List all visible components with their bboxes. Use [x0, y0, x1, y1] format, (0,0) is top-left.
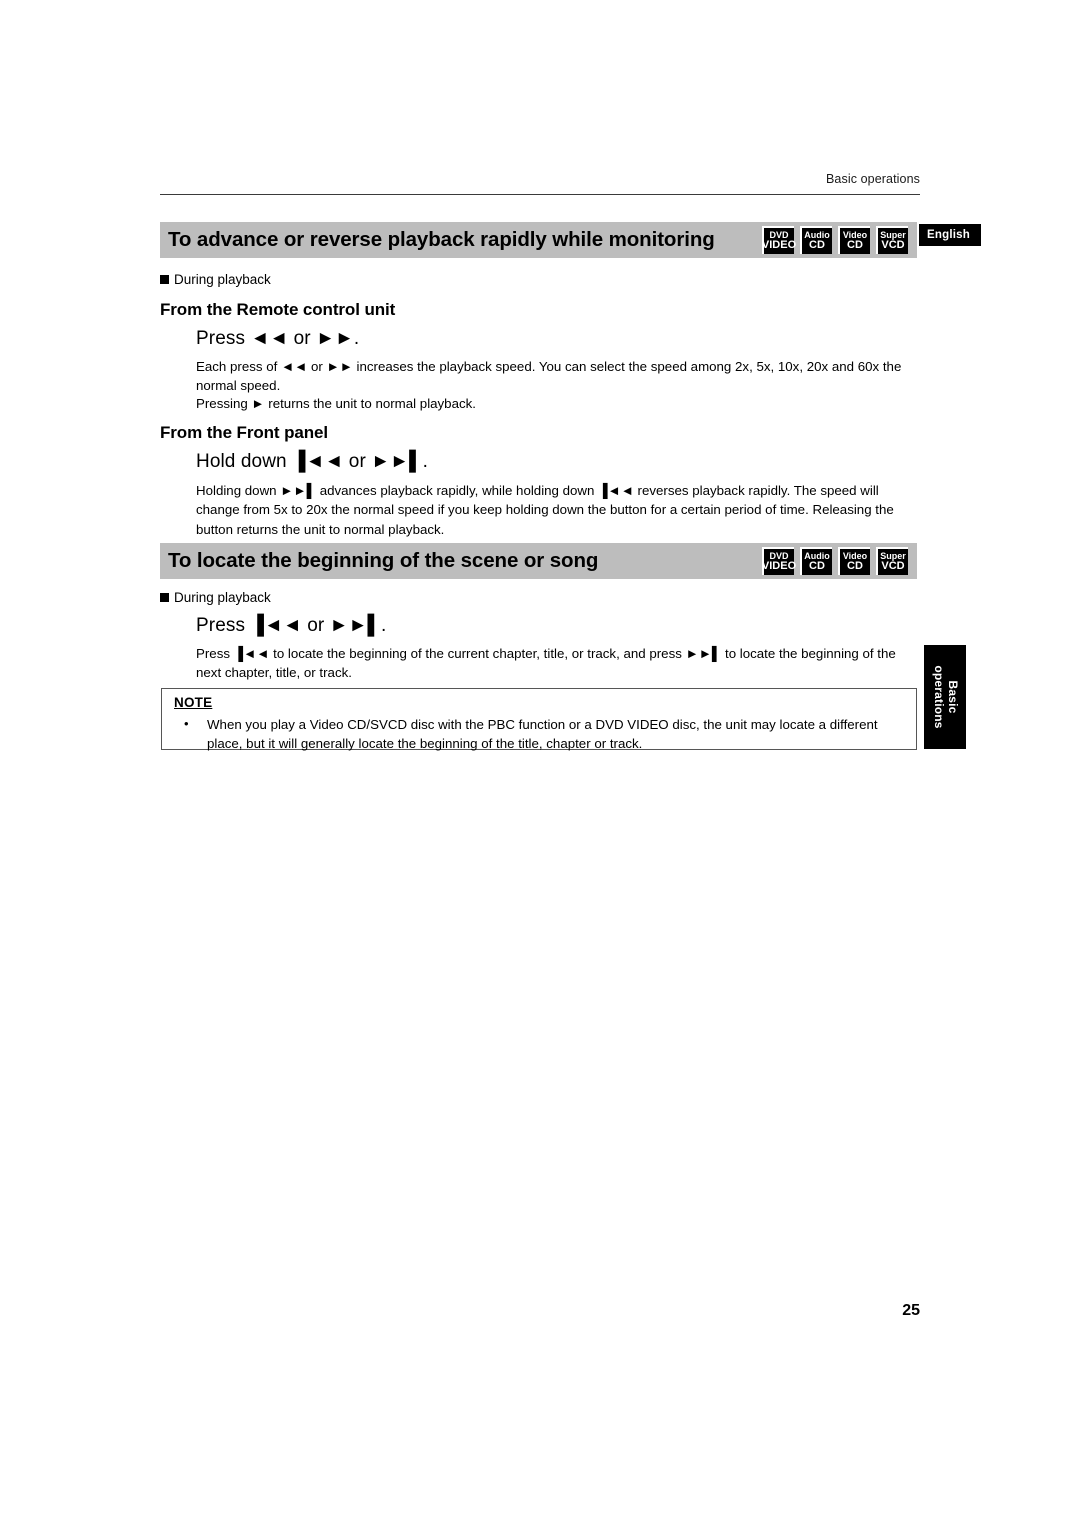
running-header: Basic operations — [825, 172, 920, 186]
badge-dvd-video: DVD VIDEO — [761, 547, 797, 575]
header-rule — [160, 194, 920, 195]
badge-video-cd: Video CD — [838, 547, 870, 575]
section-heading-bar-2: To locate the beginning of the scene or … — [160, 543, 917, 579]
page-number: 25 — [902, 1302, 920, 1319]
badge-line2: CD — [847, 239, 863, 251]
media-badges-2: DVD VIDEO Audio CD Video CD Super VCD — [762, 547, 908, 575]
during-playback-label: During playback — [174, 590, 271, 605]
badge-line2: CD — [809, 560, 825, 572]
subhead-front-panel: From the Front panel — [160, 423, 329, 442]
media-badges-1: DVD VIDEO Audio CD Video CD Super VCD — [762, 226, 908, 254]
square-bullet-icon — [160, 275, 169, 284]
badge-super-vcd: Super VCD — [876, 226, 908, 254]
badge-line2: CD — [847, 560, 863, 572]
section-title-2: To locate the beginning of the scene or … — [168, 549, 599, 572]
paragraph-front-panel-hold: Holding down ►►▌ advances playback rapid… — [196, 483, 894, 537]
section-title-1: To advance or reverse playback rapidly w… — [168, 228, 715, 251]
paragraph-remote-return-normal: Pressing ► returns the unit to normal pl… — [196, 396, 476, 411]
language-tab: English — [919, 224, 981, 246]
note-title: NOTE — [174, 695, 213, 710]
section-heading-bar-1: To advance or reverse playback rapidly w… — [160, 222, 917, 258]
badge-line2: VCD — [881, 560, 905, 572]
during-playback-note-1: During playback — [160, 272, 271, 287]
note-bullet-icon: • — [184, 716, 189, 731]
document-page: Basic operations English To advance or r… — [0, 0, 1080, 1528]
during-playback-label: During playback — [174, 272, 271, 287]
badge-line2: VCD — [881, 239, 905, 251]
badge-dvd-video: DVD VIDEO — [761, 226, 797, 254]
side-tab-line1: Basic — [945, 680, 960, 714]
step-press-scan: Press ◄◄ or ►►. — [196, 328, 360, 349]
step-press-skip: Press ▐◄◄ or ►►▌. — [196, 615, 387, 636]
paragraph-locate-beginning: Press ▐◄◄ to locate the beginning of the… — [196, 646, 896, 681]
during-playback-note-2: During playback — [160, 590, 271, 605]
badge-line2: VIDEO — [761, 239, 797, 251]
badge-video-cd: Video CD — [838, 226, 870, 254]
note-text: When you play a Video CD/SVCD disc with … — [207, 717, 878, 752]
badge-line2: VIDEO — [761, 560, 797, 572]
badge-line2: CD — [809, 239, 825, 251]
subhead-remote-control-unit: From the Remote control unit — [160, 300, 396, 319]
badge-audio-cd: Audio CD — [800, 547, 832, 575]
badge-super-vcd: Super VCD — [876, 547, 908, 575]
paragraph-remote-scan-speed: Each press of ◄◄ or ►► increases the pla… — [196, 359, 902, 394]
side-tab-line2: operations — [932, 665, 946, 729]
badge-audio-cd: Audio CD — [800, 226, 832, 254]
language-tab-label: English — [927, 229, 970, 241]
note-box: NOTE • When you play a Video CD/SVCD dis… — [161, 688, 917, 751]
side-thumb-tab: Basic operations — [924, 645, 966, 749]
square-bullet-icon — [160, 593, 169, 602]
side-thumb-tab-text: Basic operations — [931, 665, 960, 729]
step-hold-down-skip: Hold down ▐◄◄ or ►►▌. — [196, 451, 429, 472]
